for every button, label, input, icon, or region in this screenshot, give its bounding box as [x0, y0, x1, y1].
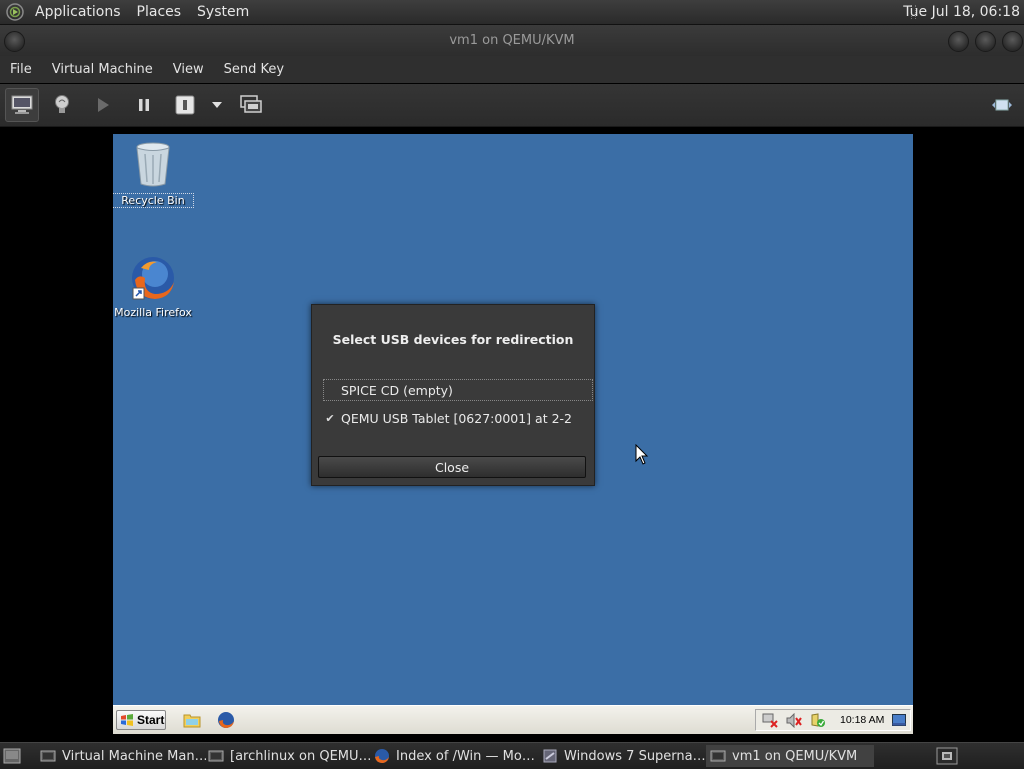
app-icon — [543, 749, 557, 763]
usb-device-checkbox[interactable]: ✔ — [324, 412, 336, 425]
pause-icon — [139, 99, 149, 111]
run-button[interactable] — [86, 88, 120, 122]
close-window-button[interactable] — [1002, 31, 1023, 52]
taskbar-item-label: Index of /Win — Mo… — [396, 748, 535, 764]
window-title: vm1 on QEMU/KVM — [449, 33, 575, 48]
menu-send-key[interactable]: Send Key — [214, 56, 294, 83]
gnome-foot-icon[interactable] — [5, 2, 25, 22]
dropdown-arrow-icon — [212, 102, 222, 108]
desktop-icon-label: Mozilla Firefox — [114, 306, 192, 319]
usb-device-checkbox[interactable] — [324, 384, 336, 396]
snapshot-button[interactable] — [234, 88, 268, 122]
power-icon — [175, 95, 195, 115]
top-panel: Applications Places System Tue Jul 18, 0… — [0, 0, 1024, 25]
places-menu[interactable]: Places — [129, 0, 190, 24]
play-icon — [98, 98, 109, 112]
taskbar-item-firefox[interactable]: Index of /Win — Mo… — [370, 745, 538, 767]
desktop-icon-label: Recycle Bin — [113, 193, 194, 208]
vm-icon — [208, 750, 224, 762]
menubar: File Virtual Machine View Send Key — [0, 56, 1024, 83]
applications-menu[interactable]: Applications — [27, 0, 129, 24]
guest-taskbar: Start 10:18 AM — [113, 705, 913, 734]
dialog-heading: Select USB devices for redirection — [332, 332, 574, 347]
close-button[interactable]: Close — [318, 456, 586, 478]
windows-flag-icon — [121, 714, 133, 726]
panel-clock[interactable]: Tue Jul 18, 06:18 — [903, 0, 1020, 24]
taskbar-item-windows7[interactable]: Windows 7 Superna… — [538, 745, 706, 767]
firefox-icon — [375, 749, 389, 763]
bottom-panel: Virtual Machine Man… [archlinux on QEMU…… — [0, 742, 1024, 769]
menu-file[interactable]: File — [0, 56, 42, 83]
recycle-bin-icon — [136, 142, 170, 187]
guest-desktop[interactable]: Recycle Bin Mozilla Firefox Select USB d… — [113, 134, 913, 734]
maximize-button[interactable] — [975, 31, 996, 52]
menu-virtual-machine[interactable]: Virtual Machine — [42, 56, 163, 83]
lightbulb-icon — [55, 95, 69, 113]
usb-device-row[interactable]: ✔ QEMU USB Tablet [0627:0001] at 2-2 — [324, 408, 592, 428]
system-tray: 10:18 AM — [755, 709, 911, 731]
firefox-icon — [132, 257, 174, 300]
network-icon[interactable] — [762, 713, 778, 728]
toolbar — [0, 84, 1024, 127]
desktop-icon-recycle-bin[interactable]: Recycle Bin — [113, 140, 194, 208]
mouse-cursor-icon — [635, 444, 649, 465]
taskbar-item-label: Windows 7 Superna… — [564, 748, 706, 764]
taskbar-item-virt-manager[interactable]: Virtual Machine Man… — [36, 745, 206, 767]
snapshot-icon — [240, 95, 262, 113]
minimize-button[interactable] — [948, 31, 969, 52]
usb-device-label: SPICE CD (empty) — [341, 382, 453, 398]
volume-muted-icon[interactable] — [786, 713, 802, 728]
pause-button[interactable] — [127, 88, 161, 122]
explorer-quicklaunch-icon[interactable] — [183, 712, 201, 728]
show-desktop-icon[interactable] — [892, 714, 906, 726]
taskbar-item-label: Virtual Machine Man… — [62, 748, 206, 764]
taskbar-item-label: [archlinux on QEMU… — [230, 748, 370, 764]
guest-clock[interactable]: 10:18 AM — [840, 710, 884, 730]
usb-device-label: QEMU USB Tablet [0627:0001] at 2-2 — [341, 410, 572, 426]
menu-view[interactable]: View — [163, 56, 214, 83]
console-icon — [11, 95, 33, 114]
details-button[interactable] — [45, 88, 79, 122]
taskbar-item-archlinux[interactable]: [archlinux on QEMU… — [204, 745, 370, 767]
workspace-switcher-icon[interactable] — [936, 747, 958, 765]
fullscreen-button[interactable] — [985, 88, 1019, 122]
usb-redirection-dialog: Select USB devices for redirection SPICE… — [311, 304, 595, 486]
firefox-quicklaunch-icon[interactable] — [217, 711, 235, 729]
vmm-icon — [40, 750, 56, 762]
vm-display[interactable]: Recycle Bin Mozilla Firefox Select USB d… — [0, 127, 1024, 741]
shutdown-button[interactable] — [168, 88, 202, 122]
action-center-icon[interactable] — [810, 713, 826, 728]
usb-device-row[interactable]: SPICE CD (empty) — [323, 379, 593, 401]
taskbar-item-label: vm1 on QEMU/KVM — [732, 748, 858, 764]
start-button[interactable]: Start — [116, 710, 166, 730]
shutdown-dropdown[interactable] — [202, 88, 232, 122]
fullscreen-icon — [992, 99, 1012, 111]
console-button[interactable] — [5, 88, 39, 122]
system-menu[interactable]: System — [189, 0, 257, 24]
start-label: Start — [137, 713, 165, 727]
desktop-icon-firefox[interactable]: Mozilla Firefox — [113, 254, 193, 319]
taskbar-item-vm1[interactable]: vm1 on QEMU/KVM — [706, 745, 874, 767]
show-desktop-button[interactable] — [3, 748, 21, 764]
vm-icon — [710, 750, 726, 762]
window-titlebar[interactable]: vm1 on QEMU/KVM — [0, 25, 1024, 56]
